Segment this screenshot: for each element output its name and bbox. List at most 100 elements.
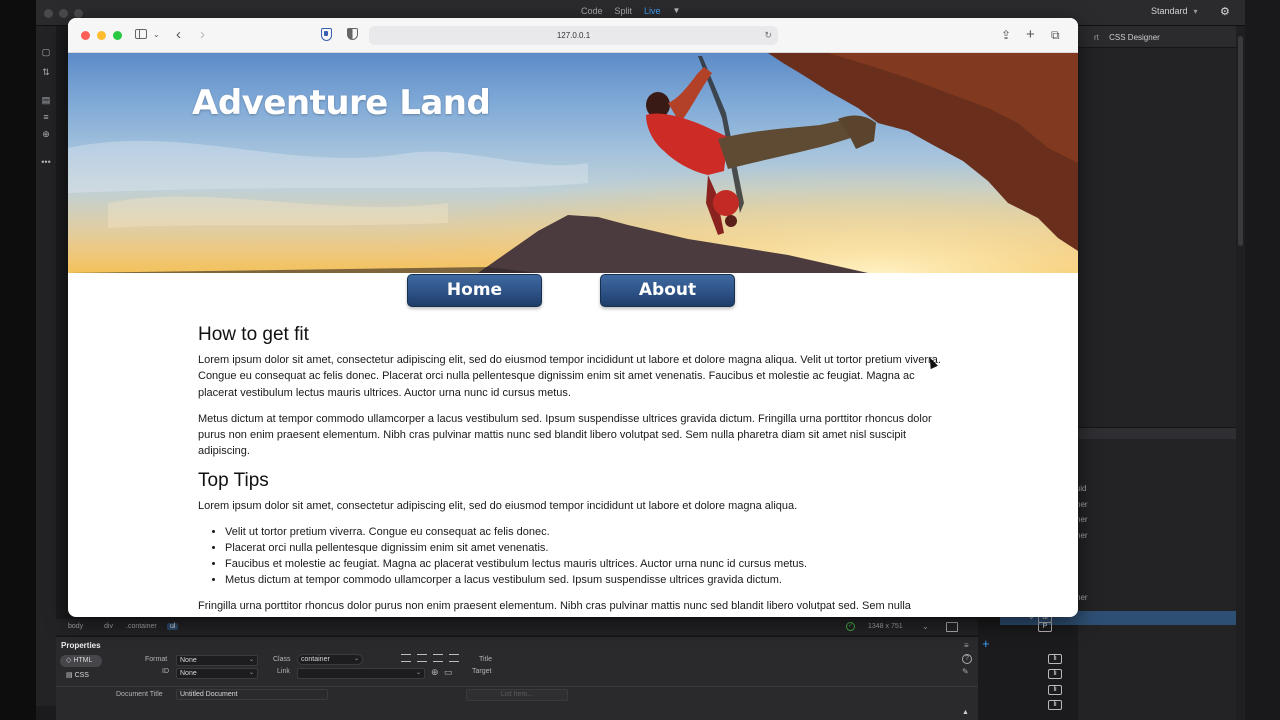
preview-icon[interactable] bbox=[946, 622, 958, 632]
new-tab-icon[interactable]: + bbox=[1026, 27, 1035, 43]
maximize-icon[interactable] bbox=[113, 31, 122, 40]
browser-window: ⌄ ‹ › 127.0.0.1 ↻ ⇪ + ⧉ Adventure Land H… bbox=[68, 18, 1078, 617]
sidebar-icon[interactable] bbox=[135, 29, 147, 39]
list-item: Velit ut tortor pretium viverra. Congue … bbox=[225, 524, 943, 540]
format-icon[interactable]: ≡ bbox=[39, 111, 53, 123]
class-label: Class bbox=[273, 656, 291, 663]
hero-banner: Adventure Land bbox=[68, 53, 1078, 273]
help-icon[interactable]: ? bbox=[962, 654, 972, 664]
tabs-overview-icon[interactable]: ⧉ bbox=[1051, 27, 1060, 43]
list-item-button[interactable]: List Item... bbox=[466, 689, 568, 701]
url-text: 127.0.0.1 bbox=[556, 31, 591, 40]
page-viewport: Adventure Land Home About How to get fit… bbox=[68, 53, 1078, 617]
folder-icon[interactable]: ▭ bbox=[444, 667, 453, 678]
forward-icon[interactable]: › bbox=[200, 27, 205, 43]
link-label: Link bbox=[277, 668, 290, 675]
add-element-icon[interactable]: + bbox=[982, 636, 990, 651]
left-edge bbox=[0, 0, 36, 720]
dom-tag-li[interactable]: li bbox=[1048, 654, 1062, 664]
screen-size[interactable]: 1348 x 751 bbox=[868, 623, 903, 630]
breadcrumb-ul[interactable]: ul bbox=[167, 623, 179, 630]
divider bbox=[56, 686, 978, 687]
chevron-down-icon[interactable]: ⌄ bbox=[922, 622, 929, 631]
paragraph: Lorem ipsum dolor sit amet, consectetur … bbox=[198, 499, 798, 512]
view-code-button[interactable]: Code bbox=[581, 6, 603, 16]
css-tab[interactable]: ▤ CSS bbox=[60, 670, 102, 682]
format-select[interactable]: None ⌄ bbox=[176, 655, 258, 666]
css-tab-label: CSS bbox=[74, 672, 89, 679]
target-icon[interactable]: ⊕ bbox=[39, 128, 53, 140]
class-select[interactable]: container ⌄ bbox=[297, 654, 363, 665]
format-label: Format bbox=[145, 656, 168, 663]
id-value: None bbox=[180, 670, 197, 677]
id-select[interactable]: None ⌄ bbox=[176, 668, 258, 679]
breadcrumb-container[interactable]: .container bbox=[126, 623, 157, 630]
class-value: container bbox=[301, 656, 330, 663]
document-title-input[interactable]: Untitled Document bbox=[176, 689, 328, 700]
document-title-label: Document Title bbox=[116, 691, 163, 698]
document-title-value: Untitled Document bbox=[180, 691, 238, 698]
paragraph: Fringilla urna porttitor rhoncus dolor p… bbox=[198, 600, 911, 613]
paragraph: Lorem ipsum dolor sit amet, consectetur … bbox=[198, 354, 941, 399]
sort-icon[interactable]: ⇅ bbox=[39, 66, 53, 78]
breadcrumb-body[interactable]: body bbox=[68, 623, 83, 630]
panel-divider[interactable] bbox=[1078, 427, 1245, 439]
shield-icon[interactable] bbox=[321, 28, 332, 41]
nav-home-button[interactable]: Home bbox=[407, 274, 542, 307]
close-icon[interactable] bbox=[81, 31, 90, 40]
privacy-icon[interactable] bbox=[347, 28, 358, 40]
view-mode-switch: Code Split Live ▼ bbox=[581, 6, 680, 16]
title-label: Title bbox=[479, 656, 492, 663]
view-split-button[interactable]: Split bbox=[615, 6, 633, 16]
tips-list: Velit ut tortor pretium viverra. Congue … bbox=[225, 524, 943, 588]
collapse-icon[interactable]: ▲ bbox=[962, 709, 969, 716]
list-item: Metus dictum at tempor commodo ullamcorp… bbox=[225, 572, 943, 588]
panel-scrollbar[interactable] bbox=[1236, 26, 1245, 720]
back-icon[interactable]: ‹ bbox=[176, 27, 181, 43]
check-icon[interactable]: ✓ bbox=[846, 622, 855, 631]
menu-icon[interactable]: ≡ bbox=[964, 641, 969, 650]
view-live-button[interactable]: Live bbox=[644, 6, 661, 16]
tool-column: ▢ ⇅ ▤ ≡ ⊕ ••• bbox=[36, 26, 56, 706]
section-heading: Top Tips bbox=[198, 469, 269, 491]
chevron-down-icon[interactable]: ⌄ bbox=[153, 27, 160, 43]
site-title: Adventure Land bbox=[192, 83, 491, 123]
window-controls[interactable] bbox=[44, 9, 83, 18]
reload-icon[interactable]: ↻ bbox=[764, 26, 772, 45]
chevron-down-icon[interactable]: ▼ bbox=[673, 6, 681, 16]
id-label: ID bbox=[162, 668, 169, 675]
format-value: None bbox=[180, 657, 197, 664]
dom-tag-li[interactable]: li bbox=[1048, 700, 1062, 710]
panel-tabs: rt CSS Designer bbox=[1078, 26, 1245, 48]
address-bar[interactable]: 127.0.0.1 ↻ bbox=[369, 26, 778, 45]
desktop-edge bbox=[1245, 0, 1280, 720]
html-tab[interactable]: ◇ HTML bbox=[60, 655, 102, 667]
edit-icon[interactable]: ✎ bbox=[962, 667, 969, 676]
dom-tag-li[interactable]: li bbox=[1048, 685, 1062, 695]
gear-icon[interactable]: ⚙ bbox=[1220, 5, 1230, 18]
target-label: Target bbox=[472, 668, 492, 675]
link-input[interactable]: ⌄ bbox=[297, 668, 425, 679]
nav-about-button[interactable]: About bbox=[600, 274, 735, 307]
minimize-icon[interactable] bbox=[97, 31, 106, 40]
list-format-icons[interactable] bbox=[401, 654, 459, 662]
target-icon[interactable]: ⊕ bbox=[431, 667, 439, 678]
tab-insert[interactable]: rt bbox=[1094, 33, 1099, 42]
paragraph: Metus dictum at tempor commodo ullamcorp… bbox=[198, 412, 932, 458]
dom-tag-p[interactable]: P bbox=[1038, 622, 1052, 632]
workspace-switcher[interactable]: Standard ▾ bbox=[1151, 6, 1198, 16]
section-heading: How to get fit bbox=[198, 324, 309, 345]
tab-css-designer[interactable]: CSS Designer bbox=[1109, 33, 1160, 42]
more-icon[interactable]: ••• bbox=[39, 156, 53, 168]
workspace-label: Standard bbox=[1151, 6, 1188, 16]
traffic-lights bbox=[81, 31, 122, 40]
breadcrumb-div[interactable]: div bbox=[104, 623, 113, 630]
inspect-icon[interactable]: ▤ bbox=[39, 94, 53, 106]
html-tab-label: HTML bbox=[73, 657, 93, 664]
dom-tag-li[interactable]: li bbox=[1048, 669, 1062, 679]
browser-toolbar: ⌄ ‹ › 127.0.0.1 ↻ ⇪ + ⧉ bbox=[68, 18, 1078, 53]
share-icon[interactable]: ⇪ bbox=[1001, 27, 1011, 43]
file-icon[interactable]: ▢ bbox=[39, 46, 53, 58]
properties-title: Properties bbox=[61, 641, 101, 650]
properties-panel: Properties ≡ ◇ HTML ▤ CSS Format None ⌄ I… bbox=[56, 636, 978, 720]
